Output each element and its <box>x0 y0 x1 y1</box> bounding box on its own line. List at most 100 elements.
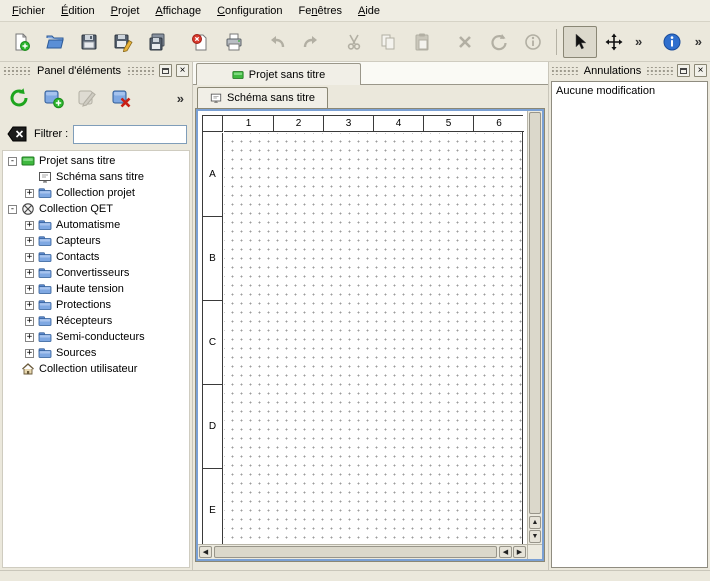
new-element-button[interactable] <box>38 83 68 113</box>
toolbar-overflow-chevron-2[interactable]: » <box>691 34 706 49</box>
save-button[interactable] <box>72 26 106 58</box>
dock-grip[interactable] <box>3 67 31 75</box>
ruler-row: C <box>203 301 223 385</box>
schema-canvas[interactable]: 1 2 3 4 5 6 A B C <box>198 111 527 544</box>
close-document-button[interactable] <box>183 26 217 58</box>
dock-grip[interactable] <box>127 67 155 75</box>
cut-button[interactable] <box>337 26 371 58</box>
tree-item-collection-utilisateur[interactable]: Collection utilisateur <box>3 361 189 377</box>
undo-button[interactable] <box>260 26 294 58</box>
tree-item-sources[interactable]: +Sources <box>3 345 189 361</box>
folder-icon <box>38 346 52 360</box>
undo-history-list[interactable]: Aucune modification <box>551 81 708 568</box>
print-button[interactable] <box>217 26 251 58</box>
save-as-icon <box>113 32 133 52</box>
menu-projet[interactable]: Projet <box>103 2 148 20</box>
scroll-left-button-2[interactable]: ◀ <box>499 546 512 558</box>
tree-item-schema[interactable]: Schéma sans titre <box>3 169 189 185</box>
toolbar-separator <box>556 29 557 55</box>
tree-item-label: Protections <box>56 299 111 311</box>
menu-fenetres[interactable]: Fenêtres <box>291 2 350 20</box>
main-area: Panel d'éléments × » Filtrer : -Projet s… <box>0 62 710 570</box>
save-all-button[interactable] <box>140 26 174 58</box>
tab-schema[interactable]: Schéma sans titre <box>197 87 328 108</box>
tree-item-semi-conducteurs[interactable]: + Semi-conducteurs <box>3 329 189 345</box>
ruler-row: A <box>203 133 223 217</box>
element-info-button[interactable] <box>516 26 550 58</box>
vertical-scrollbar-thumb[interactable] <box>529 112 541 514</box>
expand-icon[interactable]: + <box>25 301 34 310</box>
expand-icon[interactable]: + <box>25 317 34 326</box>
expand-icon[interactable]: + <box>25 189 34 198</box>
dock-float-button[interactable] <box>159 64 172 77</box>
open-project-button[interactable] <box>38 26 72 58</box>
dock-close-button[interactable]: × <box>176 64 189 77</box>
save-as-button[interactable] <box>106 26 140 58</box>
horizontal-scrollbar-thumb[interactable] <box>214 546 497 558</box>
expand-icon[interactable]: + <box>25 349 34 358</box>
tree-item-capteurs[interactable]: +Capteurs <box>3 233 189 249</box>
vertical-scrollbar[interactable]: ▲ ▼ <box>527 111 542 544</box>
collapse-icon[interactable]: - <box>8 205 17 214</box>
menu-aide[interactable]: Aide <box>350 2 388 20</box>
menu-edition[interactable]: Édition <box>53 2 103 20</box>
tree-item-protections[interactable]: + Protections <box>3 297 189 313</box>
schema-tab-label: Schéma sans titre <box>227 92 315 104</box>
scroll-right-button[interactable]: ▶ <box>513 546 526 558</box>
expand-icon[interactable]: + <box>25 269 34 278</box>
tree-item-haute-tension[interactable]: +Haute tension <box>3 281 189 297</box>
rotate-button[interactable] <box>482 26 516 58</box>
toolbar-overflow-chevron[interactable]: » <box>631 34 646 49</box>
schema-icon <box>38 170 52 184</box>
copy-button[interactable] <box>371 26 405 58</box>
new-document-button[interactable] <box>4 26 38 58</box>
tree-item-recepteurs[interactable]: +Récepteurs <box>3 313 189 329</box>
edit-element-button[interactable] <box>72 83 102 113</box>
undo-panel-dock: Annulations × Aucune modification <box>548 62 710 570</box>
qet-collection-icon <box>21 202 35 216</box>
tree-item-collection-projet[interactable]: +Collection projet <box>3 185 189 201</box>
expand-icon[interactable]: + <box>25 285 34 294</box>
dock-close-button[interactable]: × <box>694 64 707 77</box>
tree-item-contacts[interactable]: +Contacts <box>3 249 189 265</box>
scroll-up-button[interactable]: ▲ <box>529 516 541 529</box>
about-info-button[interactable] <box>655 26 689 58</box>
tree-item-collection-qet[interactable]: -Collection QET <box>3 201 189 217</box>
tab-project[interactable]: Projet sans titre <box>196 63 361 85</box>
dock-grip[interactable] <box>647 67 673 75</box>
delete-element-button[interactable] <box>106 83 136 113</box>
ruler-column: 5 <box>424 116 474 132</box>
tree-item-convertisseurs[interactable]: +Convertisseurs <box>3 265 189 281</box>
paste-button[interactable] <box>405 26 439 58</box>
select-tool-button[interactable] <box>563 26 597 58</box>
tree-item-automatisme[interactable]: +Automatisme <box>3 217 189 233</box>
menu-fichier[interactable]: Fichier <box>4 2 53 20</box>
dock-grip[interactable] <box>552 67 578 75</box>
expand-icon[interactable]: + <box>25 253 34 262</box>
tree-item-project[interactable]: -Projet sans titre <box>3 153 189 169</box>
menu-affichage[interactable]: Affichage <box>147 2 209 20</box>
collapse-icon[interactable]: - <box>8 157 17 166</box>
project-tab-bar: Projet sans titre <box>193 62 548 85</box>
tree-item-label: Semi-conducteurs <box>56 331 145 343</box>
scroll-down-button[interactable]: ▼ <box>529 530 541 543</box>
tree-item-label: Schéma sans titre <box>56 171 144 183</box>
clear-filter-button[interactable] <box>5 125 29 143</box>
filter-input[interactable] <box>73 125 187 144</box>
schema-grid[interactable] <box>224 133 523 544</box>
menu-configuration[interactable]: Configuration <box>209 2 290 20</box>
folder-icon <box>38 218 52 232</box>
reload-collections-button[interactable] <box>4 83 34 113</box>
redo-button[interactable] <box>294 26 328 58</box>
cut-icon <box>344 32 364 52</box>
panel-overflow-chevron[interactable]: » <box>173 91 188 106</box>
delete-button[interactable] <box>448 26 482 58</box>
scroll-left-button[interactable]: ◀ <box>199 546 212 558</box>
folder-icon <box>38 282 52 296</box>
horizontal-scrollbar[interactable]: ◀ ◀ ▶ <box>198 544 527 559</box>
move-tool-button[interactable] <box>597 26 631 58</box>
expand-icon[interactable]: + <box>25 333 34 342</box>
expand-icon[interactable]: + <box>25 221 34 230</box>
expand-icon[interactable]: + <box>25 237 34 246</box>
dock-float-button[interactable] <box>677 64 690 77</box>
